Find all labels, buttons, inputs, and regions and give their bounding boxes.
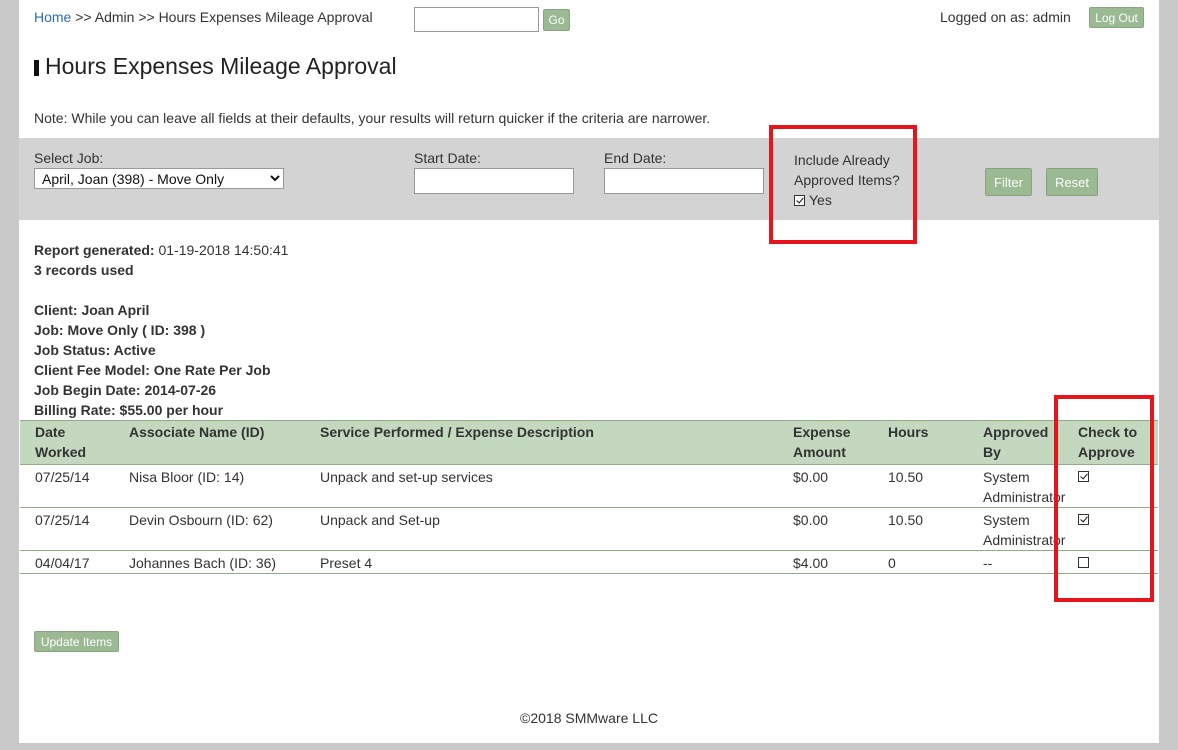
table-row: 07/25/14 Nisa Bloor (ID: 14) Unpack and … <box>20 464 1158 508</box>
report-generated-value: 01-19-2018 14:50:41 <box>158 242 289 258</box>
client-fee-model: Client Fee Model: One Rate Per Job <box>34 362 271 378</box>
breadcrumb-separator: >> <box>138 9 155 25</box>
reset-button[interactable]: Reset <box>1046 168 1098 196</box>
cell-associate: Johannes Bach (ID: 36) <box>114 550 305 574</box>
client-info: Client: Joan April <box>34 302 150 318</box>
col-associate: Associate Name (ID) <box>114 420 305 465</box>
cell-service: Unpack and Set-up <box>305 507 778 551</box>
start-date-label: Start Date: <box>414 150 481 166</box>
start-date-input[interactable] <box>414 168 574 194</box>
breadcrumb-current: Hours Expenses Mileage Approval <box>158 9 373 25</box>
approval-table: Date Worked Associate Name (ID) Service P… <box>20 420 1158 574</box>
cell-date: 04/04/17 <box>20 550 114 574</box>
cell-approved-by: -- <box>968 550 1063 574</box>
update-items-button[interactable]: Update Items <box>34 631 119 652</box>
col-date-worked: Date Worked <box>20 420 114 465</box>
table-header-row: Date Worked Associate Name (ID) Service P… <box>20 420 1158 465</box>
table-row: 07/25/14 Devin Osbourn (ID: 62) Unpack a… <box>20 507 1158 551</box>
cell-date: 07/25/14 <box>20 464 114 508</box>
col-service: Service Performed / Expense Description <box>305 420 778 465</box>
breadcrumb-admin[interactable]: Admin <box>95 9 135 25</box>
end-date-label: End Date: <box>604 150 667 166</box>
col-expense-amount: Expense Amount <box>778 420 873 465</box>
cell-associate: Devin Osbourn (ID: 62) <box>114 507 305 551</box>
cell-approved-by: System Administrator <box>968 507 1065 551</box>
breadcrumb-home-link[interactable]: Home <box>34 9 71 25</box>
cell-service: Preset 4 <box>305 550 778 574</box>
cell-date: 07/25/14 <box>20 507 114 551</box>
logout-button[interactable]: Log Out <box>1089 7 1144 28</box>
cell-hours: 0 <box>873 550 968 574</box>
job-status: Job Status: Active <box>34 342 156 358</box>
page: Home >> Admin >> Hours Expenses Mileage … <box>19 0 1159 743</box>
breadcrumb: Home >> Admin >> Hours Expenses Mileage … <box>34 9 373 25</box>
title-marker <box>34 60 39 76</box>
filter-button[interactable]: Filter <box>985 168 1032 196</box>
cell-amount: $0.00 <box>778 464 873 508</box>
report-generated: Report generated: 01-19-2018 14:50:41 <box>34 240 288 260</box>
cell-hours: 10.50 <box>873 507 968 551</box>
breadcrumb-separator: >> <box>75 9 92 25</box>
cell-hours: 10.50 <box>873 464 968 508</box>
job-begin-date: Job Begin Date: 2014-07-26 <box>34 382 217 398</box>
col-approved-by: Approved By <box>968 420 1063 465</box>
end-date-input[interactable] <box>604 168 764 194</box>
footer-copyright: ©2018 SMMware LLC <box>520 710 658 726</box>
logged-on-text: Logged on as: admin <box>940 9 1071 25</box>
highlight-box-check-to-approve <box>1054 395 1154 602</box>
report-generated-label: Report generated: <box>34 242 155 258</box>
search-input[interactable] <box>414 7 539 32</box>
billing-rate: Billing Rate: $55.00 per hour <box>34 402 224 418</box>
cell-amount: $0.00 <box>778 507 873 551</box>
page-title: Hours Expenses Mileage Approval <box>45 53 397 79</box>
cell-approved-by: System Administrator <box>968 464 1065 508</box>
table-row: 04/04/17 Johannes Bach (ID: 36) Preset 4… <box>20 550 1158 574</box>
note-text: Note: While you can leave all fields at … <box>34 110 711 126</box>
records-used: 3 records used <box>34 262 134 278</box>
cell-service: Unpack and set-up services <box>305 464 778 508</box>
job-select[interactable]: April, Joan (398) - Move Only <box>34 168 284 189</box>
col-hours: Hours <box>873 420 968 465</box>
go-button[interactable]: Go <box>543 9 570 31</box>
job-label: Select Job: <box>34 150 104 166</box>
cell-associate: Nisa Bloor (ID: 14) <box>114 464 305 508</box>
cell-amount: $4.00 <box>778 550 873 574</box>
report-info: Report generated: 01-19-2018 14:50:41 3 … <box>34 240 288 420</box>
job-info: Job: Move Only ( ID: 398 ) <box>34 322 206 338</box>
highlight-box-include-approved <box>769 125 917 244</box>
